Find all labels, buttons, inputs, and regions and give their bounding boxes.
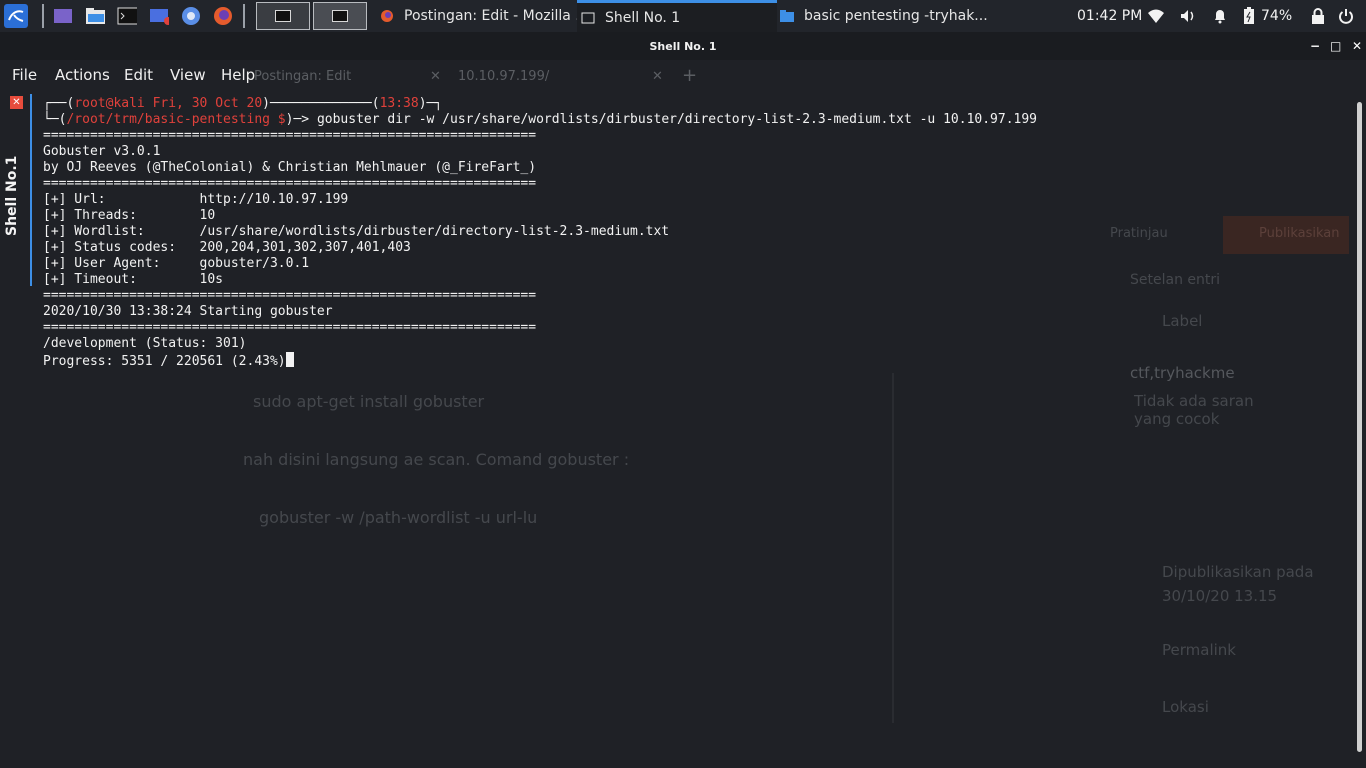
output-line: [+] Threads: 10: [43, 208, 216, 223]
ghost-tab-close-icon: ✕: [652, 69, 663, 84]
power-icon[interactable]: [1336, 6, 1356, 26]
output-line: by OJ Reeves (@TheColonial) & Christian …: [43, 160, 537, 175]
folder-icon: [780, 9, 794, 23]
close-button[interactable]: ✕: [1352, 39, 1362, 53]
minimize-button[interactable]: −: [1310, 39, 1320, 53]
terminal-view[interactable]: Setelan entri Label ctf,tryhackme Tidak …: [32, 88, 1354, 768]
window-titlebar[interactable]: Shell No. 1 − □ ✕: [0, 32, 1366, 60]
taskbar-item-label: basic pentesting -tryhak...: [804, 8, 988, 24]
firefox-icon: [380, 9, 394, 23]
volume-icon[interactable]: [1178, 6, 1198, 26]
ghost-browser-tab: 10.10.97.199/: [458, 69, 550, 84]
wifi-icon[interactable]: [1146, 6, 1166, 26]
ghost-label-section: Label: [1162, 312, 1203, 330]
terminal-scrollbar[interactable]: [1354, 88, 1366, 768]
menu-file[interactable]: File: [12, 66, 37, 84]
taskbar-item-label: Shell No. 1: [605, 9, 681, 26]
ghost-browser-tab: Postingan: Edit: [254, 69, 352, 84]
menu-actions[interactable]: Actions: [55, 66, 110, 84]
output-line: [+] Url: http://10.10.97.199: [43, 192, 349, 207]
file-manager-icon[interactable]: [85, 6, 105, 26]
battery-icon[interactable]: [1239, 6, 1259, 26]
ghost-settings-heading: Setelan entri: [1130, 272, 1221, 288]
ghost-new-tab-icon: +: [682, 65, 698, 86]
clock[interactable]: 01:42 PM: [1077, 0, 1142, 32]
command-text: gobuster dir -w /usr/share/wordlists/dir…: [316, 112, 1038, 127]
close-session-icon[interactable]: ✕: [10, 96, 23, 109]
ghost-location: Lokasi: [1162, 698, 1209, 716]
ghost-permalink: Permalink: [1162, 641, 1236, 659]
workspace-1[interactable]: [256, 2, 310, 30]
battery-level: 74%: [1261, 8, 1293, 24]
output-line: ========================================…: [43, 176, 537, 191]
ghost-post-line: gobuster -w /path-wordlist -u url-lu: [259, 508, 538, 527]
ghost-post-line: sudo apt-get install gobuster: [253, 392, 485, 411]
taskbar-item-shell[interactable]: Shell No. 1: [577, 0, 777, 32]
window-title: Shell No. 1: [649, 40, 717, 53]
output-line: ========================================…: [43, 320, 537, 335]
prompt-path: /root/trm/basic-pentesting $: [66, 112, 286, 127]
output-line: [+] Timeout: 10s: [43, 272, 224, 287]
prompt-box-corner: ┌──(: [43, 96, 75, 111]
output-line: [+] Status codes: 200,204,301,302,307,40…: [43, 240, 411, 255]
output-line: 2020/10/30 13:38:24 Starting gobuster: [43, 304, 333, 319]
output-line: ========================================…: [43, 128, 537, 143]
terminal-cursor: [285, 352, 294, 367]
ghost-preview-label: Pratinjau: [1110, 226, 1168, 241]
terminal-output: ┌──(root@kali Fri, 30 Oct 20)───────────…: [43, 96, 1037, 370]
menu-edit[interactable]: Edit: [124, 66, 153, 84]
workspace-2[interactable]: [313, 2, 367, 30]
prompt-box-line: )─────────────(: [262, 96, 380, 111]
workspace-window-preview: [332, 10, 348, 22]
prompt-box-corner: └─(: [43, 112, 67, 127]
output-line: Gobuster v3.0.1: [43, 144, 161, 159]
menubar: Postingan: Edit ✕ 10.10.97.199/ ✕ + File…: [0, 60, 1366, 88]
ghost-post-line: nah disini langsung ae scan. Comand gobu…: [243, 450, 630, 469]
output-line: [+] User Agent: gobuster/3.0.1: [43, 256, 310, 271]
prompt-user-host: root@kali Fri, 30 Oct 20: [74, 96, 263, 111]
ghost-publish-label: Publikasikan: [1259, 226, 1340, 241]
screen-recorder-icon[interactable]: [149, 6, 169, 26]
ghost-tab-close-icon: ✕: [430, 69, 441, 84]
notification-bell-icon[interactable]: [1210, 6, 1230, 26]
ghost-published: Dipublikasikan pada 30/10/20 13.15: [1162, 563, 1314, 605]
taskbar-item-firefox[interactable]: Postingan: Edit - Mozilla ...: [380, 0, 589, 32]
firefox-launcher-icon[interactable]: [213, 6, 233, 26]
workspace-window-preview: [275, 10, 291, 22]
output-line: /development (Status: 301): [43, 336, 247, 351]
panel-separator: [243, 4, 245, 28]
ghost-divider: [892, 373, 894, 723]
lock-icon[interactable]: [1308, 6, 1328, 26]
scrollbar-thumb[interactable]: [1357, 102, 1362, 752]
prompt-time: 13:38: [379, 96, 419, 111]
menu-help[interactable]: Help: [221, 66, 255, 84]
terminal-launcher-icon[interactable]: [117, 6, 137, 26]
chromium-icon[interactable]: [181, 6, 201, 26]
top-panel: Postingan: Edit - Mozilla ... Shell No. …: [0, 0, 1366, 32]
prompt-arrow: )─>: [285, 112, 317, 127]
taskbar-item-folder[interactable]: basic pentesting -tryhak...: [780, 0, 988, 32]
taskbar-item-label: Postingan: Edit - Mozilla ...: [404, 8, 589, 24]
terminal-icon: [581, 11, 595, 25]
desktop-icon[interactable]: [53, 6, 73, 26]
menu-view[interactable]: View: [170, 66, 206, 84]
maximize-button[interactable]: □: [1330, 39, 1341, 53]
kali-menu-icon[interactable]: [4, 4, 28, 28]
progress-line: Progress: 5351 / 220561 (2.43%): [43, 354, 286, 369]
output-line: ========================================…: [43, 288, 537, 303]
session-tab-shell[interactable]: Shell No.1: [4, 156, 20, 236]
panel-separator: [42, 4, 44, 28]
prompt-box-corner: )─┐: [418, 96, 443, 111]
ghost-tag: ctf,tryhackme: [1130, 364, 1235, 382]
ghost-no-suggestion: Tidak ada saran yang cocok: [1134, 392, 1254, 428]
output-line: [+] Wordlist: /usr/share/wordlists/dirbu…: [43, 224, 670, 239]
